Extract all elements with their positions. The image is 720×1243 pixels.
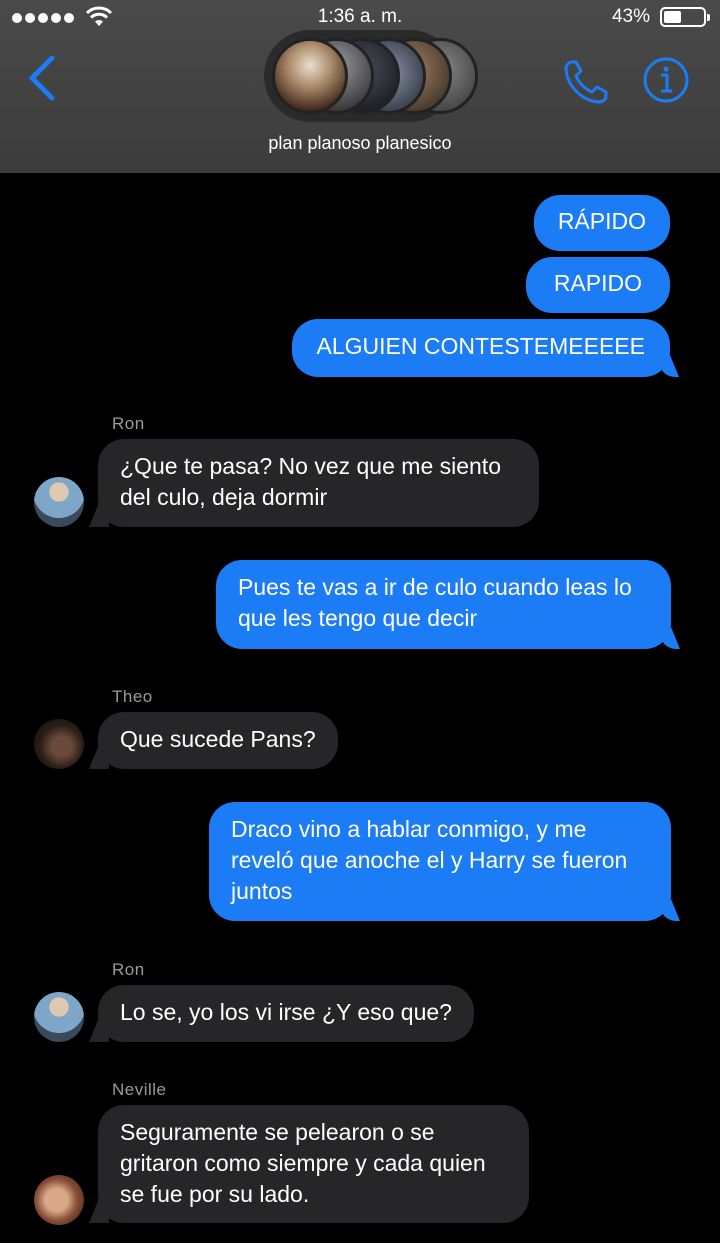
battery-icon	[660, 7, 710, 27]
battery-percent: 43%	[611, 6, 650, 27]
incoming-message[interactable]: Lo se, yo los vi irse ¿Y eso que?	[98, 985, 474, 1042]
sender-name: Theo	[112, 687, 153, 706]
avatar[interactable]	[34, 992, 84, 1042]
sender-name: Ron	[112, 414, 145, 433]
avatar[interactable]	[34, 719, 84, 769]
group-avatar-stack[interactable]	[264, 30, 478, 122]
incoming-message[interactable]: ¿Que te pasa? No vez que me siento del c…	[98, 439, 539, 527]
avatar[interactable]	[34, 477, 84, 527]
outgoing-message[interactable]: ALGUIEN CONTESTEMEEEEE	[291, 319, 670, 377]
avatar	[272, 38, 348, 114]
outgoing-message[interactable]: RAPIDO	[525, 257, 670, 313]
outgoing-message[interactable]: Draco vino a hablar conmigo, y me reveló…	[209, 802, 671, 921]
sender-name: Ron	[112, 960, 145, 979]
message-list[interactable]: RÁPIDO RAPIDO ALGUIEN CONTESTEMEEEEE Ron…	[0, 173, 720, 1243]
info-icon[interactable]	[640, 54, 692, 106]
avatar[interactable]	[34, 1175, 84, 1225]
status-bar: 1:36 a. m. 43%	[0, 0, 720, 34]
incoming-message[interactable]: Que sucede Pans?	[98, 712, 338, 769]
chevron-left-icon[interactable]	[24, 52, 64, 104]
incoming-message[interactable]: Seguramente se pelearon o se gritaron co…	[98, 1105, 529, 1223]
group-title[interactable]: plan planoso planesico	[0, 133, 720, 154]
phone-icon[interactable]	[560, 56, 612, 108]
chat-header: 1:36 a. m. 43% plan planoso planesico	[0, 0, 720, 173]
sender-name: Neville	[112, 1080, 167, 1099]
outgoing-message[interactable]: RÁPIDO	[533, 195, 670, 251]
outgoing-message[interactable]: Pues te vas a ir de culo cuando leas lo …	[216, 560, 671, 649]
